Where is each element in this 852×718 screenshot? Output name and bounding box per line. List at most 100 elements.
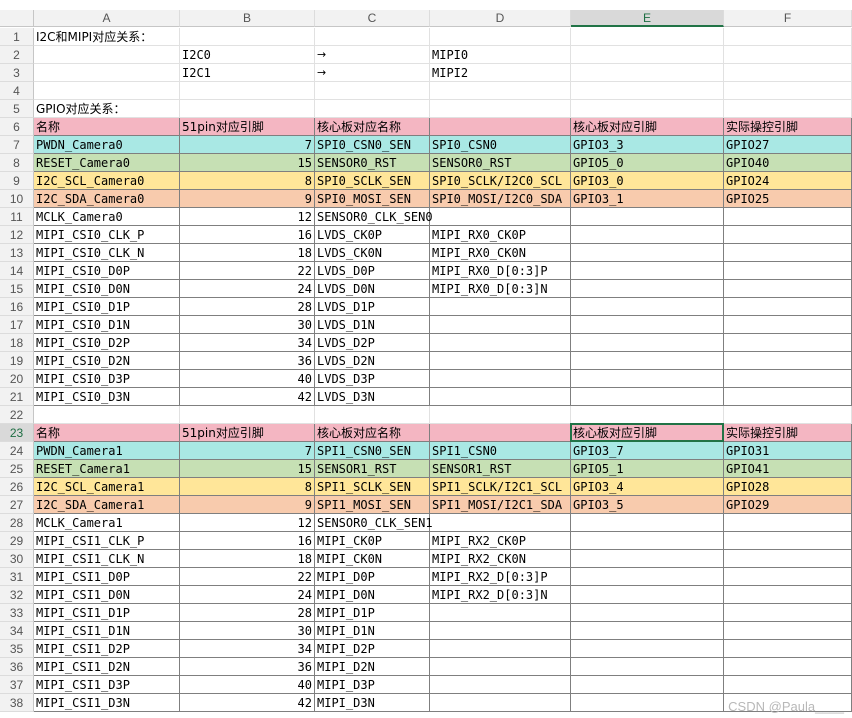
cell-c27[interactable]: SPI1_MOSI_SEN <box>315 496 430 514</box>
cell-c16[interactable]: LVDS_D1P <box>315 298 430 316</box>
cell-c18[interactable]: LVDS_D2P <box>315 334 430 352</box>
cell-e9[interactable]: GPIO3_0 <box>571 172 724 190</box>
row-header-26[interactable]: 26 <box>0 478 34 496</box>
row-header-9[interactable]: 9 <box>0 172 34 190</box>
cell-a16[interactable]: MIPI_CSI0_D1P <box>34 298 180 316</box>
cell-a38[interactable]: MIPI_CSI1_D3N <box>34 694 180 712</box>
cell-b20[interactable]: 40 <box>180 370 315 388</box>
cell-c28[interactable]: SENSOR0_CLK_SEN1 <box>315 514 433 532</box>
cell-a8[interactable]: RESET_Camera0 <box>34 154 180 172</box>
cell-e23[interactable]: 核心板对应引脚 <box>571 424 724 442</box>
cell-d7[interactable]: SPI0_CSN0 <box>430 136 571 154</box>
cell-e20[interactable] <box>571 370 724 388</box>
cell-a10[interactable]: I2C_SDA_Camera0 <box>34 190 180 208</box>
cell-c2[interactable]: → <box>315 46 430 64</box>
cell-e6[interactable]: 核心板对应引脚 <box>571 118 724 136</box>
cell-d22[interactable] <box>430 406 571 424</box>
cell-b21[interactable]: 42 <box>180 388 315 406</box>
cell-a37[interactable]: MIPI_CSI1_D3P <box>34 676 180 694</box>
cell-c35[interactable]: MIPI_D2P <box>315 640 430 658</box>
cell-d1[interactable] <box>430 28 571 46</box>
cell-f22[interactable] <box>724 406 852 424</box>
cell-e28[interactable] <box>571 514 724 532</box>
cell-d14[interactable]: MIPI_RX0_D[0:3]P <box>430 262 571 280</box>
spreadsheet-grid[interactable]: A B C D E F 1 I2C和MIPI对应关系： 2 I2C0 → MIPI0 3 I2C1 → MIP… <box>0 0 852 718</box>
cell-f20[interactable] <box>724 370 852 388</box>
row-header-12[interactable]: 12 <box>0 226 34 244</box>
cell-e35[interactable] <box>571 640 724 658</box>
cell-b28[interactable]: 12 <box>180 514 315 532</box>
cell-f16[interactable] <box>724 298 852 316</box>
cell-c24[interactable]: SPI1_CSN0_SEN <box>315 442 430 460</box>
cell-b8[interactable]: 15 <box>180 154 315 172</box>
cell-e2[interactable] <box>571 46 724 64</box>
cell-a26[interactable]: I2C_SCL_Camera1 <box>34 478 180 496</box>
cell-d17[interactable] <box>430 316 571 334</box>
cell-f7[interactable]: GPIO27 <box>724 136 852 154</box>
cell-c20[interactable]: LVDS_D3P <box>315 370 430 388</box>
cell-c3[interactable]: → <box>315 64 430 82</box>
cell-c17[interactable]: LVDS_D1N <box>315 316 430 334</box>
cell-e24[interactable]: GPIO3_7 <box>571 442 724 460</box>
row-header-22[interactable]: 22 <box>0 406 34 424</box>
cell-d6[interactable] <box>430 118 571 136</box>
cell-a22[interactable] <box>34 406 180 424</box>
row-header-11[interactable]: 11 <box>0 208 34 226</box>
cell-c21[interactable]: LVDS_D3N <box>315 388 430 406</box>
cell-f35[interactable] <box>724 640 852 658</box>
cell-d25[interactable]: SENSOR1_RST <box>430 460 571 478</box>
cell-b23[interactable]: 51pin对应引脚 <box>180 424 315 442</box>
cell-b32[interactable]: 24 <box>180 586 315 604</box>
cell-c22[interactable] <box>315 406 430 424</box>
cell-e21[interactable] <box>571 388 724 406</box>
cell-a31[interactable]: MIPI_CSI1_D0P <box>34 568 180 586</box>
cell-b18[interactable]: 34 <box>180 334 315 352</box>
cell-b33[interactable]: 28 <box>180 604 315 622</box>
cell-e15[interactable] <box>571 280 724 298</box>
cell-a29[interactable]: MIPI_CSI1_CLK_P <box>34 532 180 550</box>
cell-a33[interactable]: MIPI_CSI1_D1P <box>34 604 180 622</box>
column-header-a[interactable]: A <box>34 10 180 27</box>
cell-b36[interactable]: 36 <box>180 658 315 676</box>
cell-c36[interactable]: MIPI_D2N <box>315 658 430 676</box>
cell-d8[interactable]: SENSOR0_RST <box>430 154 571 172</box>
cell-e29[interactable] <box>571 532 724 550</box>
cell-b7[interactable]: 7 <box>180 136 315 154</box>
cell-b10[interactable]: 9 <box>180 190 315 208</box>
cell-e38[interactable] <box>571 694 724 712</box>
cell-a5[interactable]: GPIO对应关系： <box>34 100 180 118</box>
row-header-8[interactable]: 8 <box>0 154 34 172</box>
cell-e17[interactable] <box>571 316 724 334</box>
cell-e3[interactable] <box>571 64 724 82</box>
cell-f4[interactable] <box>724 82 852 100</box>
cell-a4[interactable] <box>34 82 180 100</box>
cell-a18[interactable]: MIPI_CSI0_D2P <box>34 334 180 352</box>
row-header-33[interactable]: 33 <box>0 604 34 622</box>
cell-c4[interactable] <box>315 82 430 100</box>
cell-c9[interactable]: SPI0_SCLK_SEN <box>315 172 430 190</box>
cell-d26[interactable]: SPI1_SCLK/I2C1_SCL <box>430 478 571 496</box>
cell-e31[interactable] <box>571 568 724 586</box>
cell-b6[interactable]: 51pin对应引脚 <box>180 118 315 136</box>
cell-a11[interactable]: MCLK_Camera0 <box>34 208 180 226</box>
cell-a1[interactable]: I2C和MIPI对应关系： <box>34 28 180 46</box>
cell-a24[interactable]: PWDN_Camera1 <box>34 442 180 460</box>
cell-b27[interactable]: 9 <box>180 496 315 514</box>
row-header-36[interactable]: 36 <box>0 658 34 676</box>
cell-c29[interactable]: MIPI_CK0P <box>315 532 430 550</box>
cell-a2[interactable] <box>34 46 180 64</box>
row-header-38[interactable]: 38 <box>0 694 34 712</box>
cell-a19[interactable]: MIPI_CSI0_D2N <box>34 352 180 370</box>
cell-a30[interactable]: MIPI_CSI1_CLK_N <box>34 550 180 568</box>
cell-c19[interactable]: LVDS_D2N <box>315 352 430 370</box>
cell-e22[interactable] <box>571 406 724 424</box>
cell-f34[interactable] <box>724 622 852 640</box>
cell-c7[interactable]: SPI0_CSN0_SEN <box>315 136 430 154</box>
cell-e19[interactable] <box>571 352 724 370</box>
cell-a7[interactable]: PWDN_Camera0 <box>34 136 180 154</box>
cell-b14[interactable]: 22 <box>180 262 315 280</box>
cell-f1[interactable] <box>724 28 852 46</box>
cell-d4[interactable] <box>430 82 571 100</box>
cell-c31[interactable]: MIPI_D0P <box>315 568 430 586</box>
cell-b2[interactable]: I2C0 <box>180 46 315 64</box>
